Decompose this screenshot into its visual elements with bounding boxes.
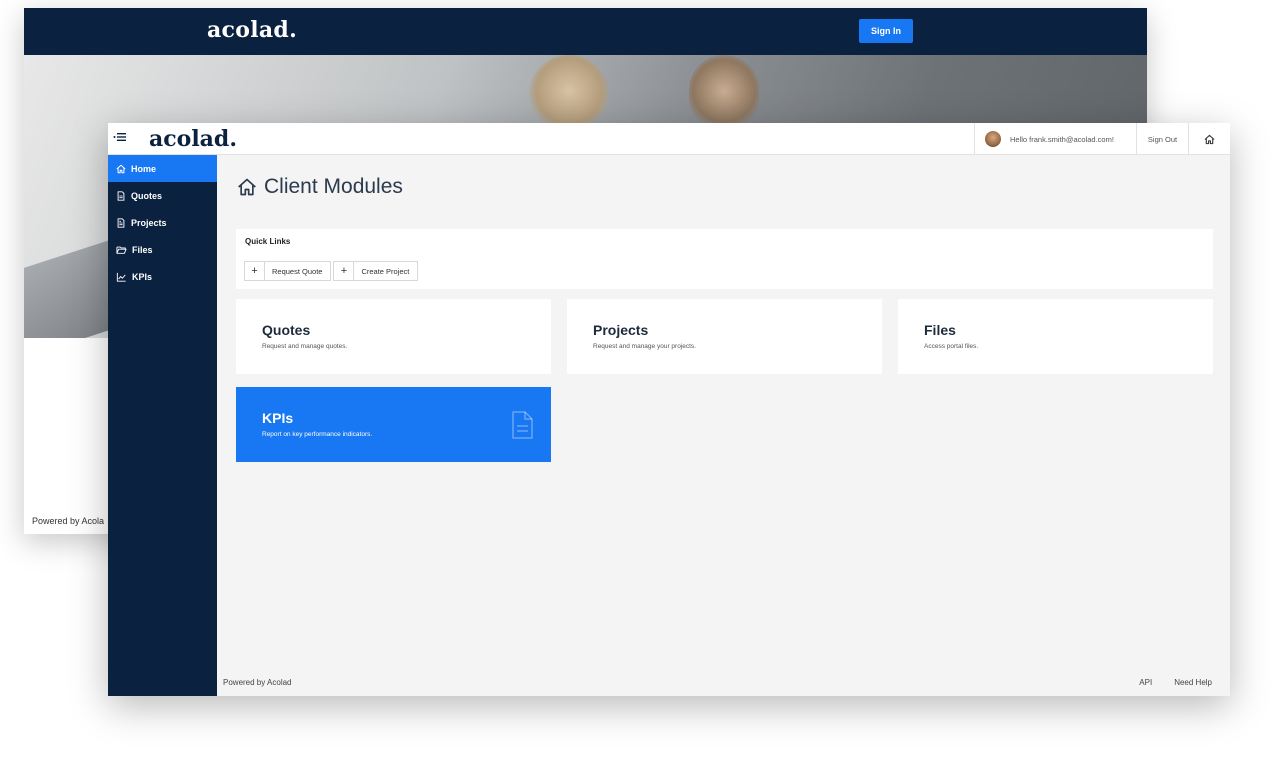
document-icon	[512, 411, 533, 439]
client-portal-window: acolad. Hello frank.smith@acolad.com! Si…	[108, 123, 1230, 696]
sidebar-item-files[interactable]: Files	[108, 236, 217, 263]
quotes-card[interactable]: Quotes Request and manage quotes.	[236, 299, 551, 374]
card-title: Projects	[593, 322, 649, 338]
back-header: acolad. Sign In	[24, 8, 1147, 55]
main-content: Client Modules Quick Links + Request Quo…	[217, 155, 1230, 696]
sidebar-item-projects[interactable]: Projects	[108, 209, 217, 236]
sidebar: Home Quotes Projects Files KPIs	[108, 155, 217, 696]
need-help-link[interactable]: Need Help	[1174, 678, 1212, 687]
quick-links-panel: Quick Links + Request Quote + Create Pro…	[236, 229, 1213, 289]
sidebar-item-label: Files	[132, 244, 153, 255]
quick-links-buttons: + Request Quote + Create Project	[244, 261, 420, 281]
home-icon	[238, 178, 256, 196]
plus-icon: +	[334, 262, 355, 280]
request-quote-button[interactable]: + Request Quote	[244, 261, 332, 281]
avatar	[985, 131, 1001, 147]
sidebar-item-kpis[interactable]: KPIs	[108, 263, 217, 290]
top-bar: acolad. Hello frank.smith@acolad.com! Si…	[108, 123, 1230, 155]
user-menu[interactable]: Hello frank.smith@acolad.com!	[974, 123, 1122, 155]
card-description: Request and manage quotes.	[262, 343, 348, 350]
plus-icon: +	[245, 262, 265, 280]
back-logo: acolad.	[207, 17, 298, 43]
quick-links-title: Quick Links	[245, 237, 291, 246]
create-project-button[interactable]: + Create Project	[333, 261, 419, 281]
user-greeting: Hello frank.smith@acolad.com!	[1010, 134, 1114, 144]
api-link[interactable]: API	[1139, 678, 1152, 687]
home-icon	[1204, 134, 1215, 144]
sidebar-item-label: Quotes	[131, 190, 163, 201]
sidebar-item-label: Projects	[131, 217, 167, 228]
footer-links: API Need Help	[1117, 678, 1212, 687]
sidebar-item-quotes[interactable]: Quotes	[108, 182, 217, 209]
acolad-logo[interactable]: acolad.	[149, 126, 237, 152]
sidebar-item-label: KPIs	[132, 271, 153, 282]
home-icon	[116, 164, 126, 173]
menu-toggle-icon[interactable]	[113, 131, 127, 146]
sidebar-item-home[interactable]: Home	[108, 155, 217, 182]
files-card[interactable]: Files Access portal files.	[898, 299, 1213, 374]
card-title: Quotes	[262, 322, 311, 338]
folder-icon	[116, 246, 127, 254]
document-icon	[117, 217, 125, 228]
card-title: KPIs	[262, 410, 294, 426]
card-title: Files	[924, 322, 956, 338]
card-description: Report on key performance indicators.	[262, 431, 373, 438]
sign-in-button[interactable]: Sign In	[859, 19, 913, 43]
request-quote-label: Request Quote	[272, 266, 323, 276]
document-icon	[117, 190, 125, 201]
page-title-text: Client Modules	[264, 175, 403, 198]
home-button[interactable]	[1188, 123, 1230, 155]
powered-by-text: Powered by Acolad	[223, 678, 292, 687]
card-description: Request and manage your projects.	[593, 343, 696, 350]
sign-out-button[interactable]: Sign Out	[1136, 123, 1188, 155]
create-project-label: Create Project	[361, 266, 410, 276]
projects-card[interactable]: Projects Request and manage your project…	[567, 299, 882, 374]
back-footer-text: Powered by Acola	[32, 516, 105, 526]
kpis-card[interactable]: KPIs Report on key performance indicator…	[236, 387, 551, 462]
card-description: Access portal files.	[924, 343, 979, 350]
chart-line-icon	[116, 272, 126, 282]
sidebar-item-label: Home	[131, 163, 157, 174]
page-title: Client Modules	[236, 175, 403, 199]
